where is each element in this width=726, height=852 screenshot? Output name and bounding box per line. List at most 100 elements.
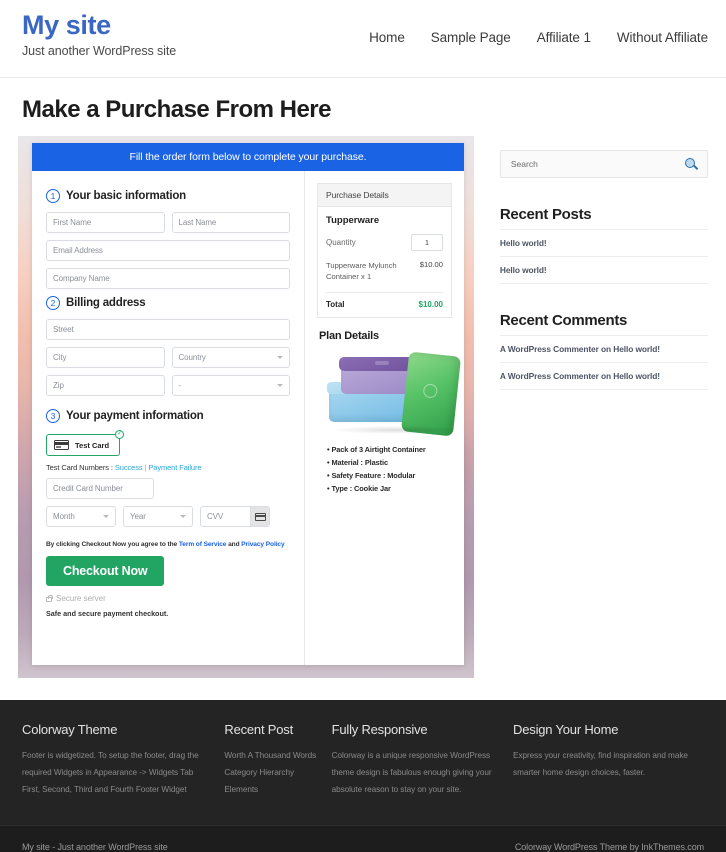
list-item: Type : Cookie Jar: [327, 483, 452, 496]
line-item-row: Tupperware Mylunch Container x 1 $10.00: [326, 260, 443, 293]
nav-item-sample-page[interactable]: Sample Page: [431, 30, 511, 45]
recent-posts-title: Recent Posts: [499, 206, 592, 223]
list-item[interactable]: A WordPress Commenter on Hello world!: [499, 362, 708, 390]
step-1-number: 1: [46, 189, 60, 203]
list-item[interactable]: Category Hierarchy: [224, 764, 317, 781]
footer-column-1: Colorway Theme Footer is widgetized. To …: [22, 722, 224, 825]
checkout-now-button[interactable]: Checkout Now: [46, 556, 165, 586]
page-body: Make a Purchase From Here Fill the order…: [0, 96, 726, 700]
footer-copyright: My site - Just another WordPress site: [22, 841, 168, 852]
step-2-number: 2: [46, 296, 60, 310]
zip-input[interactable]: Zip: [46, 375, 165, 396]
checkout-form-column: 1 Your basic information First Name Last…: [32, 171, 304, 665]
expiry-year-select[interactable]: Year: [123, 506, 193, 527]
chevron-down-icon: [103, 515, 109, 518]
recent-comments-list: A WordPress Commenter on Hello world! A …: [499, 335, 708, 390]
chevron-down-icon: [180, 515, 186, 518]
site-header: My site Just another WordPress site Home…: [0, 0, 726, 78]
green-container-shape: [400, 351, 462, 437]
state-select-value: -: [178, 381, 182, 390]
secure-server-text: Secure server: [56, 594, 106, 603]
list-item[interactable]: Worth A Thousand Words: [224, 747, 317, 764]
country-select-value: Country: [178, 353, 206, 362]
company-name-input[interactable]: Company Name: [46, 268, 290, 289]
nav-item-home[interactable]: Home: [369, 30, 405, 45]
checkout-banner: Fill the order form below to complete yo…: [32, 143, 464, 171]
step-2-header: 2 Billing address: [46, 296, 290, 310]
term-of-service-link[interactable]: Term of Service: [179, 541, 227, 548]
site-tagline: Just another WordPress site: [22, 44, 177, 59]
safe-checkout-text: Safe and secure payment checkout.: [46, 609, 169, 618]
purchase-details-column: Purchase Details Tupperware Quantity 1 T…: [304, 171, 464, 665]
test-card-success-link[interactable]: Success: [115, 463, 143, 472]
list-item[interactable]: Hello world!: [499, 229, 708, 256]
expiry-year-value: Year: [130, 512, 146, 521]
privacy-policy-link[interactable]: Privacy Policy: [241, 541, 284, 548]
footer-credit[interactable]: Colorway WordPress Theme by InkThemes.co…: [515, 842, 704, 852]
footer-column-2-title: Recent Post: [224, 722, 293, 737]
product-image: [321, 348, 462, 437]
footer-recent-post-list: Worth A Thousand Words Category Hierarch…: [224, 747, 317, 799]
search-icon[interactable]: [685, 158, 697, 170]
site-footer: Colorway Theme Footer is widgetized. To …: [0, 700, 726, 825]
first-name-input[interactable]: First Name: [46, 212, 165, 233]
recent-posts-list: Hello world! Hello world!: [499, 229, 708, 284]
footer-column-1-title: Colorway Theme: [22, 722, 118, 737]
footer-column-4-text: Express your creativity, find inspiratio…: [513, 751, 688, 778]
footer-bottom-bar: My site - Just another WordPress site Co…: [0, 825, 726, 852]
email-input[interactable]: Email Address: [46, 240, 290, 261]
check-circle-icon: ✓: [115, 430, 125, 439]
purchase-details-box: Purchase Details Tupperware Quantity 1 T…: [317, 183, 452, 318]
step-3-label: Your payment information: [66, 410, 204, 422]
expiry-month-select[interactable]: Month: [46, 506, 116, 527]
line-item-price: $10.00: [419, 260, 443, 269]
search-input[interactable]: Search: [511, 159, 538, 169]
recent-comments-title: Recent Comments: [499, 312, 628, 329]
payment-method-label: Test Card: [75, 440, 110, 450]
credit-card-number-input[interactable]: Credit Card Number: [46, 478, 154, 499]
test-card-failure-link[interactable]: Payment Failure: [148, 463, 201, 472]
total-value: $10.00: [418, 299, 443, 309]
total-label: Total: [326, 299, 345, 309]
country-select[interactable]: Country: [171, 347, 290, 368]
list-item[interactable]: A WordPress Commenter on Hello world!: [499, 335, 708, 362]
footer-column-4-title: Design Your Home: [513, 722, 619, 737]
city-input[interactable]: City: [46, 347, 165, 368]
secure-server-row: Secure server: [46, 594, 290, 603]
brand[interactable]: My site Just another WordPress site: [22, 10, 176, 58]
chevron-down-icon: [277, 384, 283, 387]
footer-column-1-text: Footer is widgetized. To setup the foote…: [22, 751, 199, 795]
state-select[interactable]: -: [171, 375, 290, 396]
street-input[interactable]: Street: [46, 319, 290, 340]
step-1-label: Your basic information: [66, 190, 186, 202]
content-row: Fill the order form below to complete yo…: [18, 136, 708, 678]
nav-item-without-affiliate[interactable]: Without Affiliate: [617, 30, 708, 45]
step-3-header: 3 Your payment information: [46, 409, 290, 423]
terms-text: By clicking Checkout Now you agree to th…: [46, 541, 290, 548]
test-card-prefix: Test Card Numbers :: [46, 463, 115, 472]
payment-method-test-card[interactable]: Test Card ✓: [46, 430, 125, 456]
search-box[interactable]: Search: [499, 150, 708, 178]
nav-item-affiliate-1[interactable]: Affiliate 1: [537, 30, 591, 45]
lock-icon: [46, 595, 53, 602]
footer-column-4: Design Your Home Express your creativity…: [513, 722, 704, 825]
footer-column-2: Recent Post Worth A Thousand Words Categ…: [224, 722, 331, 825]
page-title: Make a Purchase From Here: [22, 96, 331, 123]
plan-feature-list: Pack of 3 Airtight Container Material : …: [327, 444, 452, 496]
list-item[interactable]: Elements: [224, 781, 317, 798]
step-3-number: 3: [46, 409, 60, 423]
last-name-input[interactable]: Last Name: [171, 212, 290, 233]
sidebar: Search Recent Posts Hello world! Hello w…: [499, 136, 708, 390]
terms-mid: and: [226, 541, 242, 548]
quantity-input[interactable]: 1: [411, 234, 443, 251]
line-item-name: Tupperware Mylunch Container x 1: [326, 261, 397, 282]
footer-column-3-text: Colorway is a unique responsive WordPres…: [331, 751, 492, 795]
terms-prefix: By clicking Checkout Now you agree to th…: [46, 541, 179, 548]
footer-column-3: Fully Responsive Colorway is a unique re…: [332, 722, 513, 825]
plan-details-title: Plan Details: [319, 329, 379, 342]
list-item: Safety Feature : Modular: [327, 470, 452, 483]
cvv-input[interactable]: CVV: [200, 506, 270, 527]
site-title[interactable]: My site: [22, 10, 176, 41]
step-2-label: Billing address: [66, 297, 146, 309]
list-item[interactable]: Hello world!: [499, 256, 708, 284]
